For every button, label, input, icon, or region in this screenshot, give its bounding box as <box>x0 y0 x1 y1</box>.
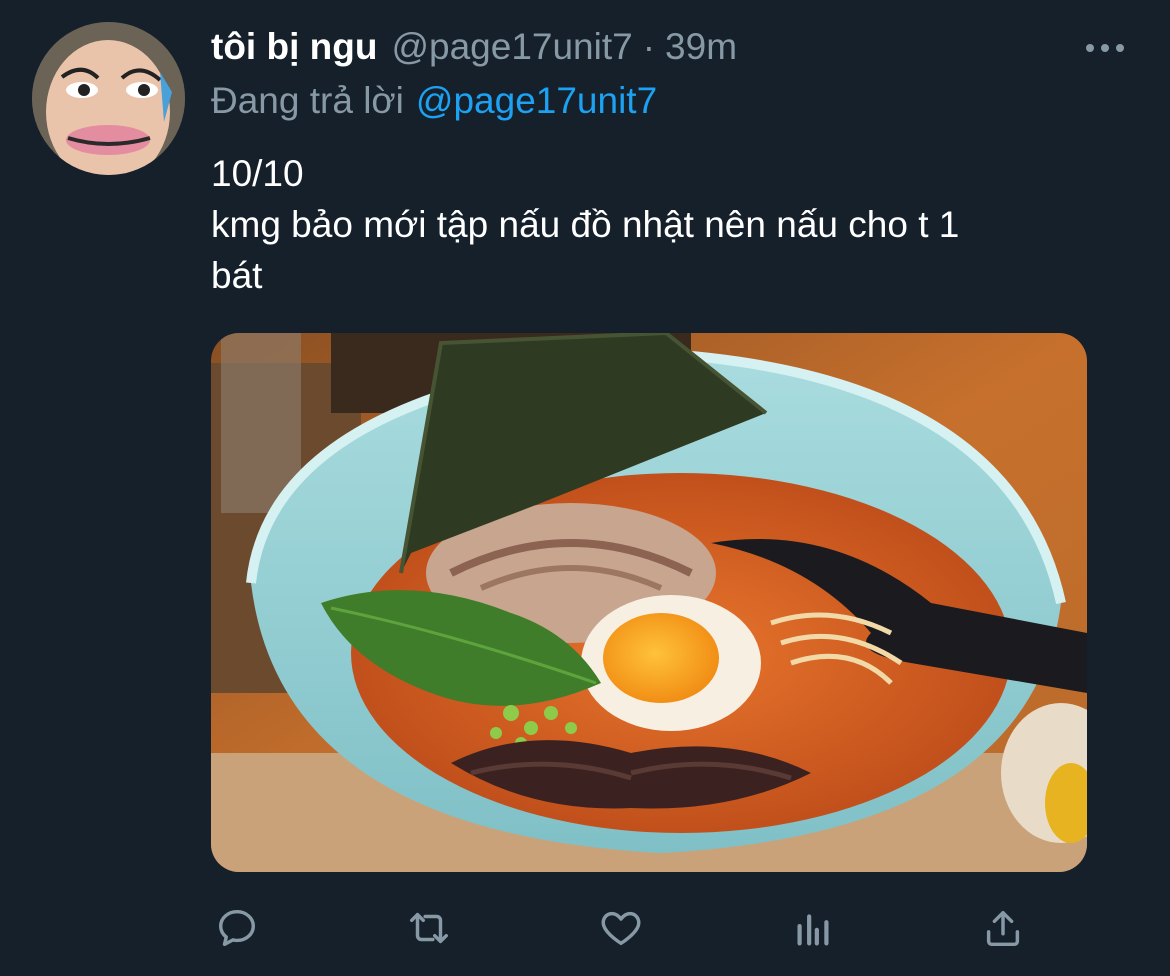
user-handle[interactable]: @page17unit7 <box>391 26 632 68</box>
share-button[interactable] <box>975 900 1031 956</box>
retweet-icon <box>410 912 448 944</box>
analytics-button[interactable] <box>785 900 841 956</box>
cartoon-face-avatar-icon <box>32 22 185 175</box>
heart-icon <box>601 911 641 946</box>
tweet-header: tôi bị ngu @page17unit7 · 39m <box>211 26 737 70</box>
analytics-icon <box>797 914 829 946</box>
tweet-actions <box>0 890 1170 960</box>
tweet-media[interactable] <box>211 333 1087 872</box>
tweet-text-line: bát <box>211 255 263 296</box>
more-dots-icon <box>1086 44 1124 52</box>
replying-prefix: Đang trả lời <box>211 80 404 121</box>
tweet-text-line: kmg bảo mới tập nấu đồ nhật nên nấu cho … <box>211 204 960 245</box>
replying-mention-link[interactable]: @page17unit7 <box>416 80 657 121</box>
avatar[interactable] <box>32 22 185 175</box>
retweet-button[interactable] <box>401 900 457 956</box>
reply-button[interactable] <box>209 900 265 956</box>
ramen-bowl-photo <box>211 333 1087 872</box>
tweet-text: 10/10 kmg bảo mới tập nấu đồ nhật nên nấ… <box>211 148 1141 301</box>
timestamp[interactable]: 39m <box>665 26 737 68</box>
more-options-button[interactable] <box>1080 30 1130 66</box>
replying-to: Đang trả lời @page17unit7 <box>211 80 657 122</box>
tweet-text-line: 10/10 <box>211 153 304 194</box>
share-icon <box>986 910 1020 947</box>
display-name[interactable]: tôi bị ngu <box>211 26 377 68</box>
tweet: tôi bị ngu @page17unit7 · 39m Đang trả l… <box>0 0 1170 976</box>
like-button[interactable] <box>593 900 649 956</box>
reply-icon <box>218 909 256 947</box>
separator: · <box>642 26 656 67</box>
